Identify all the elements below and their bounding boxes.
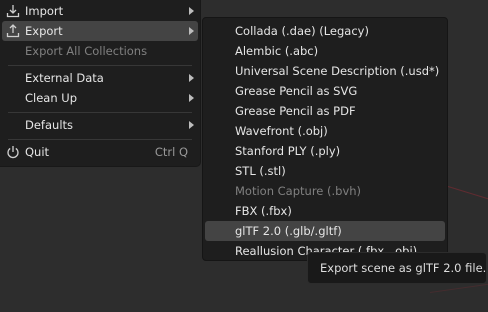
export-item-alembic[interactable]: Alembic (.abc): [205, 41, 445, 61]
submenu-arrow-icon: [189, 27, 194, 35]
power-icon: [7, 146, 19, 159]
submenu-item-label: STL (.stl): [235, 164, 286, 178]
menu-item-label: Export All Collections: [25, 44, 148, 58]
menu-item-label: Export: [25, 24, 63, 38]
menu-item-export[interactable]: Export: [2, 21, 198, 41]
menu-item-label: Clean Up: [25, 91, 78, 105]
submenu-item-label: Motion Capture (.bvh): [235, 184, 362, 198]
export-item-stanford-ply[interactable]: Stanford PLY (.ply): [205, 141, 445, 161]
submenu-item-label: Grease Pencil as SVG: [235, 84, 358, 98]
export-item-grease-pencil-pdf[interactable]: Grease Pencil as PDF: [205, 101, 445, 121]
menu-item-label: Defaults: [25, 118, 74, 132]
export-submenu: Collada (.dae) (Legacy) Alembic (.abc) U…: [202, 17, 448, 261]
menu-item-label: External Data: [25, 71, 104, 85]
menu-item-label: Quit: [25, 145, 50, 159]
shortcut-label: Ctrl Q: [154, 145, 188, 159]
submenu-item-label: Stanford PLY (.ply): [235, 144, 341, 158]
export-item-motion-capture[interactable]: Motion Capture (.bvh): [205, 181, 445, 201]
submenu-item-label: Collada (.dae) (Legacy): [235, 24, 369, 38]
tooltip: Export scene as glTF 2.0 file.: [307, 252, 487, 284]
submenu-item-label: FBX (.fbx): [235, 204, 292, 218]
export-item-wavefront[interactable]: Wavefront (.obj): [205, 121, 445, 141]
export-item-fbx[interactable]: FBX (.fbx): [205, 201, 445, 221]
submenu-arrow-icon: [189, 121, 194, 129]
menu-item-import[interactable]: Import: [2, 1, 198, 21]
menu-item-export-all-collections[interactable]: Export All Collections: [2, 41, 198, 61]
tooltip-text: Export scene as glTF 2.0 file.: [320, 261, 487, 275]
menu-item-quit[interactable]: Quit Ctrl Q: [2, 142, 198, 162]
x-axis-line: [447, 186, 488, 202]
menu-item-defaults[interactable]: Defaults: [2, 115, 198, 135]
submenu-arrow-icon: [189, 7, 194, 15]
export-item-stl[interactable]: STL (.stl): [205, 161, 445, 181]
submenu-item-label: glTF 2.0 (.glb/.gltf): [235, 224, 342, 238]
export-item-grease-pencil-svg[interactable]: Grease Pencil as SVG: [205, 81, 445, 101]
submenu-item-label: Alembic (.abc): [235, 44, 319, 58]
submenu-arrow-icon: [189, 74, 194, 82]
export-item-usd[interactable]: Universal Scene Description (.usd*): [205, 61, 445, 81]
submenu-item-label: Wavefront (.obj): [235, 124, 328, 138]
menu-item-clean-up[interactable]: Clean Up: [2, 88, 198, 108]
x-axis-line: [429, 283, 488, 293]
menu-separator: [8, 112, 192, 113]
menu-item-external-data[interactable]: External Data: [2, 68, 198, 88]
export-item-gltf[interactable]: glTF 2.0 (.glb/.gltf): [205, 221, 445, 241]
menu-item-label: Import: [25, 4, 64, 18]
menu-separator: [8, 139, 192, 140]
file-menu: Import Export Export All Collections Ext…: [0, 0, 201, 167]
submenu-item-label: Grease Pencil as PDF: [235, 104, 356, 118]
export-icon: [6, 24, 20, 38]
submenu-item-label: Universal Scene Description (.usd*): [235, 64, 440, 78]
submenu-arrow-icon: [189, 94, 194, 102]
menu-separator: [8, 65, 192, 66]
export-item-collada[interactable]: Collada (.dae) (Legacy): [205, 21, 445, 41]
import-icon: [6, 5, 20, 18]
